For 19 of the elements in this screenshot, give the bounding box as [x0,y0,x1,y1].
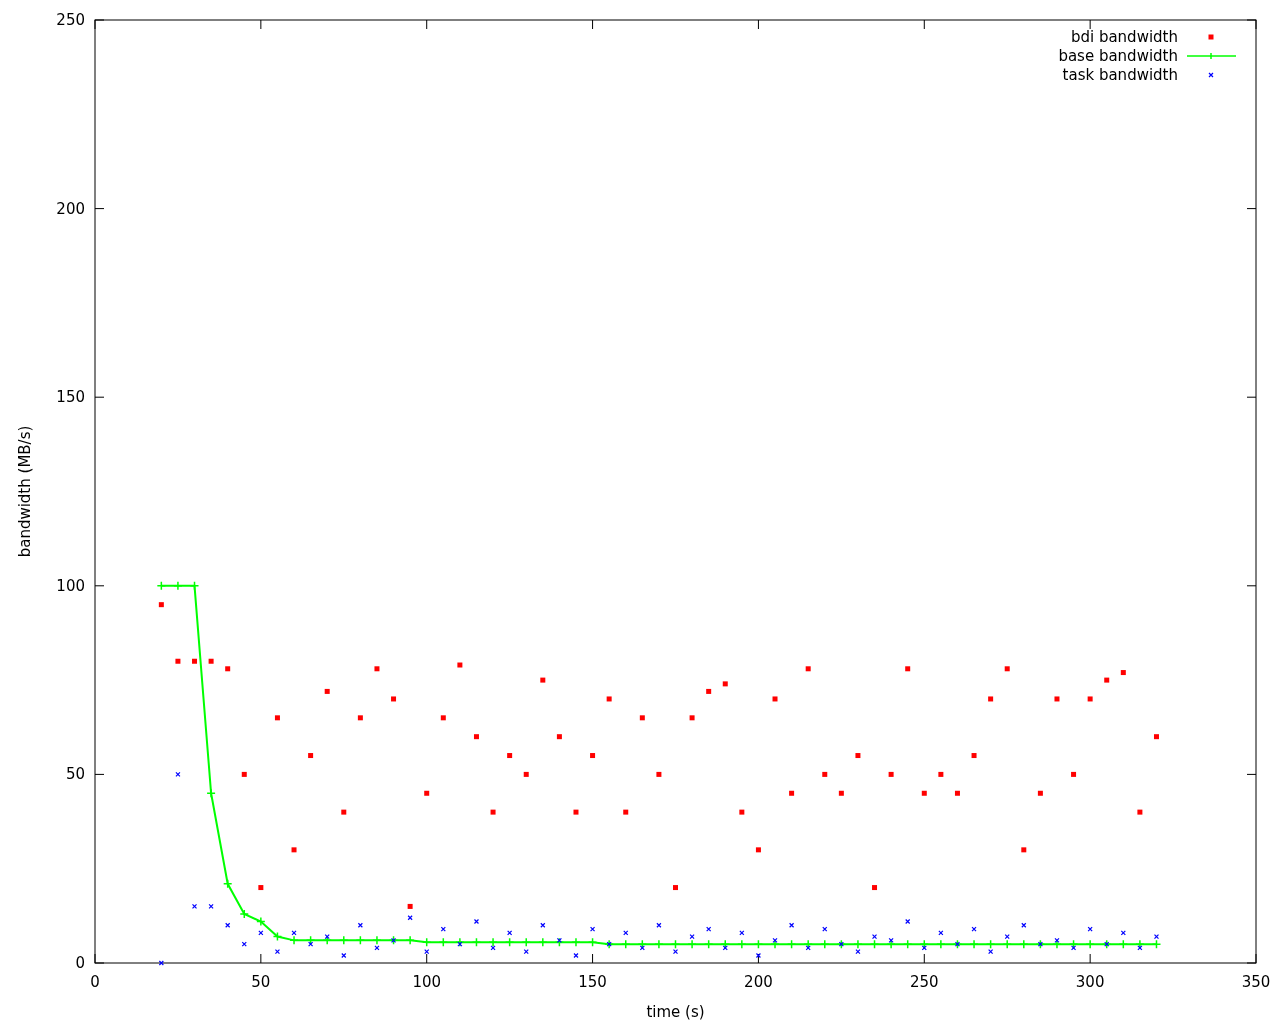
y-tick-label: 0 [75,954,85,972]
x-tick-label: 250 [909,973,939,991]
x-tick-label: 200 [744,973,773,991]
x-tick-label: 150 [578,973,607,991]
y-tick-label: 100 [56,576,85,595]
legend-label: task bandwidth [1062,66,1178,84]
x-tick-label: 100 [412,973,442,991]
legend-label: base bandwidth [1058,47,1178,65]
y-tick-label: 150 [56,388,85,407]
x-tick-label: 0 [90,973,100,991]
legend-label: bdi bandwidth [1070,28,1178,46]
y-tick-label: 50 [65,765,85,784]
x-tick-label: 300 [1075,973,1105,991]
x-axis-label: time (s) [646,1003,705,1021]
x-tick-label: 50 [251,973,271,991]
y-tick-label: 250 [56,11,85,29]
y-tick-label: 200 [56,199,85,218]
x-tick-label: 350 [1241,973,1271,991]
y-axis-label: bandwidth (MB/s) [16,425,34,558]
